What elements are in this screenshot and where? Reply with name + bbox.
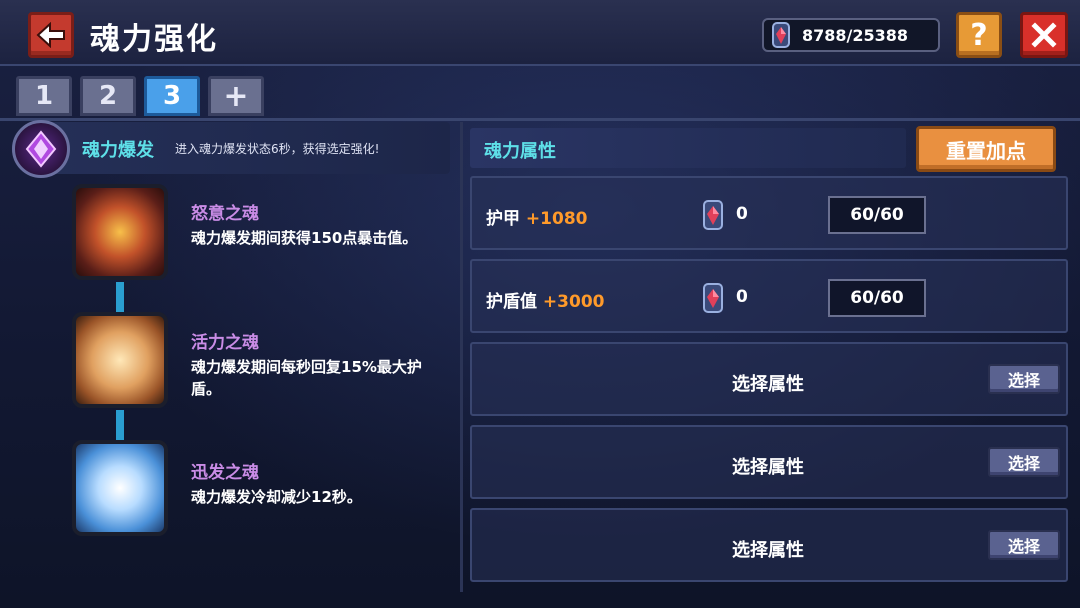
attribute-row-empty: 选择属性 选择	[470, 342, 1068, 416]
soul-name-vitality: 活力之魂	[191, 333, 259, 353]
soul-name-swift: 迅发之魂	[191, 463, 259, 483]
help-icon: ?	[970, 17, 988, 53]
reset-points-button[interactable]: 重置加点	[916, 126, 1056, 172]
burst-crystal-glyph	[25, 130, 57, 168]
close-button[interactable]	[1020, 12, 1068, 58]
page-tabs: 1 2 3 +	[16, 76, 264, 116]
select-attribute-label: 选择属性	[732, 374, 804, 395]
panel-top-border	[0, 118, 1080, 121]
attribute-level: 60/60	[828, 279, 926, 317]
soul-gem-icon	[703, 200, 723, 230]
vitality-soul-icon[interactable]	[72, 312, 168, 408]
attribute-name: 护盾值	[486, 292, 537, 312]
attribute-bonus: +1080	[525, 209, 588, 229]
back-arrow-icon	[36, 22, 65, 48]
attribute-level: 60/60	[828, 196, 926, 234]
attribute-row-shield: 护盾值 +3000 0 60/60	[470, 259, 1068, 333]
back-button[interactable]	[28, 12, 74, 58]
attributes-title: 魂力属性	[484, 141, 556, 162]
soul-desc-swift: 魂力爆发冷却减少12秒。	[191, 488, 362, 506]
panel-divider	[460, 122, 463, 592]
soul-name-rage: 怒意之魂	[191, 204, 259, 224]
page-title: 魂力强化	[90, 22, 218, 57]
soul-gem-icon	[772, 22, 790, 48]
soul-currency-display: 8788/25388	[762, 18, 940, 52]
select-attribute-button[interactable]: 选择	[988, 447, 1060, 477]
attribute-row-empty: 选择属性 选择	[470, 508, 1068, 582]
attribute-cost: 0	[736, 287, 748, 307]
tab-1[interactable]: 1	[16, 76, 72, 116]
burst-description: 进入魂力爆发状态6秒，获得选定强化!	[175, 142, 380, 156]
swift-soul-icon[interactable]	[72, 440, 168, 536]
attribute-name: 护甲	[486, 209, 520, 229]
select-attribute-button[interactable]: 选择	[988, 530, 1060, 560]
attribute-row-empty: 选择属性 选择	[470, 425, 1068, 499]
rage-soul-icon[interactable]	[72, 184, 168, 280]
soul-chain-link	[116, 282, 124, 316]
tab-3[interactable]: 3	[144, 76, 200, 116]
burst-title: 魂力爆发	[82, 140, 154, 161]
soul-gem-icon	[703, 283, 723, 313]
attribute-cost: 0	[736, 204, 748, 224]
soul-desc-vitality: 魂力爆发期间每秒回复15%最大护盾。	[191, 358, 422, 398]
burst-crystal-icon	[12, 120, 70, 178]
attribute-label: 护盾值 +3000	[486, 287, 604, 312]
select-attribute-label: 选择属性	[732, 540, 804, 561]
help-button[interactable]: ?	[956, 12, 1002, 58]
tab-2[interactable]: 2	[80, 76, 136, 116]
soul-chain-link	[116, 410, 124, 444]
close-icon	[1031, 22, 1057, 48]
select-attribute-label: 选择属性	[732, 457, 804, 478]
attribute-bonus: +3000	[542, 292, 605, 312]
tab-add[interactable]: +	[208, 76, 264, 116]
attribute-row-armor: 护甲 +1080 0 60/60	[470, 176, 1068, 250]
attribute-label: 护甲 +1080	[486, 204, 587, 229]
select-attribute-button[interactable]: 选择	[988, 364, 1060, 394]
soul-desc-rage: 魂力爆发期间获得150点暴击值。	[191, 229, 418, 247]
currency-amount: 8788/25388	[802, 25, 909, 45]
